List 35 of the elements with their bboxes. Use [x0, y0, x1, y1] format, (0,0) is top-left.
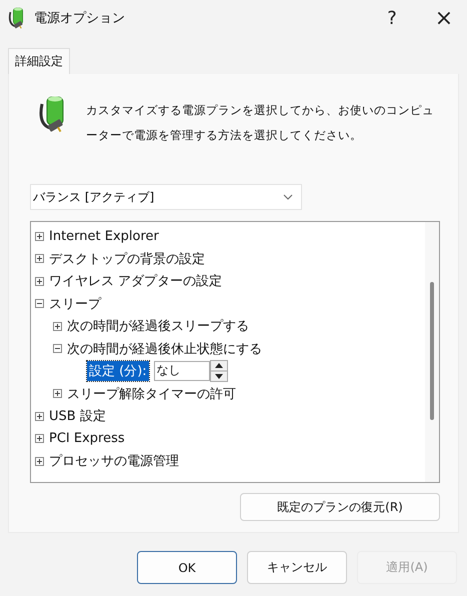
expand-icon[interactable] [35, 434, 44, 444]
spin-arrows-icon [210, 360, 228, 382]
close-button[interactable]: × [421, 0, 467, 36]
expand-icon[interactable] [35, 232, 44, 241]
expand-icon[interactable] [35, 276, 44, 286]
tree-item[interactable]: 次の時間が経過後スリープする [67, 317, 249, 336]
expand-icon[interactable] [35, 412, 44, 421]
expand-icon[interactable] [35, 254, 44, 264]
tree-item[interactable]: USB 設定 [49, 407, 106, 426]
expand-icon[interactable] [53, 322, 62, 331]
help-button[interactable]: ? [369, 0, 415, 36]
chevron-down-icon [283, 194, 293, 200]
plan-dropdown[interactable]: バランス [アクティブ] [30, 184, 302, 210]
collapse-icon[interactable] [35, 299, 44, 308]
window-title: 電源オプション [34, 10, 126, 27]
description-text: カスタマイズする電源プランを選択してから、お使いのコンピューターで電源を管理する方法を選択してください。 [86, 102, 435, 144]
tree-item[interactable]: PCI Express [49, 431, 125, 446]
tree-item[interactable]: スリープ [49, 294, 101, 313]
tree-item[interactable]: スリープ解除タイマーの許可 [67, 384, 236, 403]
restore-defaults-button[interactable]: 既定のプランの復元(R) [240, 493, 440, 521]
collapse-icon[interactable] [53, 344, 62, 354]
tree-item[interactable]: プロセッサの電源管理 [49, 452, 179, 470]
setting-label[interactable]: 設定 (分): [87, 361, 149, 382]
tree-item[interactable]: ワイヤレス アダプターの設定 [49, 272, 222, 290]
tree-item[interactable]: 次の時間が経過後休止状態にする [67, 340, 262, 358]
value-field[interactable]: なし [154, 360, 210, 381]
scrollbar[interactable] [425, 222, 439, 482]
tree-item[interactable]: デスクトップの背景の設定 [49, 250, 205, 268]
tree-item[interactable]: Internet Explorer [49, 228, 159, 244]
expand-icon[interactable] [35, 456, 44, 466]
expand-icon[interactable] [53, 389, 62, 398]
dialog-button[interactable]: OK [137, 551, 237, 584]
scrollbar-thumb[interactable] [430, 282, 434, 420]
tab[interactable]: 詳細設定 [8, 48, 70, 74]
dialog-button[interactable]: キャンセル [247, 551, 347, 584]
